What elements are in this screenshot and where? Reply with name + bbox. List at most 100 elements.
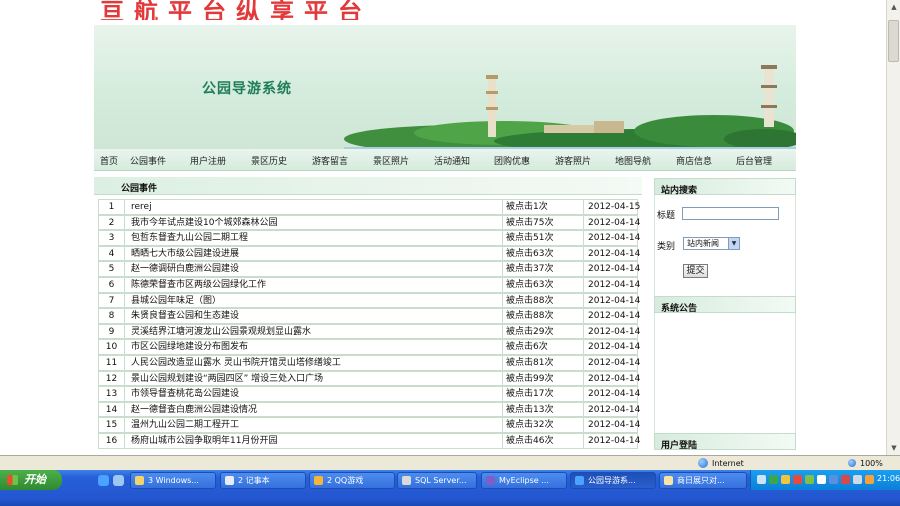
event-title-link[interactable]: 包哲东督查九山公园二期工程: [131, 231, 501, 245]
event-hit-count: 被点击1次: [502, 200, 582, 214]
scroll-down-icon[interactable]: ▼: [889, 443, 899, 453]
ie-icon: [575, 476, 584, 485]
nav-scenic-photos[interactable]: 景区照片: [373, 154, 409, 167]
event-date: 2012-04-14: [583, 418, 640, 432]
event-date: 2012-04-14: [583, 278, 640, 292]
event-title-link[interactable]: 市领导督查桃花岛公园建设: [131, 387, 501, 401]
ie-quicklaunch-icon[interactable]: [98, 475, 109, 486]
desktop-quicklaunch-icon[interactable]: [113, 475, 124, 486]
os-bottom-area: Internet 100% 开始 3 Windows... 2 记事本 2 QQ…: [0, 455, 900, 506]
nav-guest-messages[interactable]: 游客留言: [312, 154, 348, 167]
window-icon: [664, 476, 673, 485]
nav-user-register[interactable]: 用户注册: [190, 154, 226, 167]
taskbar-item-notepad[interactable]: 2 记事本: [220, 472, 306, 489]
security-zone-label: Internet: [712, 459, 744, 468]
nav-map-navigation[interactable]: 地图导航: [615, 154, 651, 167]
event-hit-count: 被点击63次: [502, 246, 582, 261]
event-date: 2012-04-14: [583, 293, 640, 308]
event-title-link[interactable]: 陈德荣督查市区两级公园绿化工作: [131, 278, 501, 292]
event-title-link[interactable]: 温州九山公园二期工程开工: [131, 418, 501, 432]
network-icon[interactable]: [865, 475, 874, 484]
system-notice-box: 系统公告: [654, 296, 796, 441]
zoom-level[interactable]: 100%: [848, 458, 883, 469]
event-hit-count: 被点击32次: [502, 418, 582, 432]
taskbar-item-label: 2 记事本: [238, 476, 270, 485]
tray-icon[interactable]: [769, 475, 778, 484]
event-hit-count: 被点击88次: [502, 293, 582, 308]
nav-scenic-history[interactable]: 景区历史: [251, 154, 287, 167]
taskbar-item-windows[interactable]: 3 Windows...: [130, 472, 216, 489]
database-icon: [402, 476, 411, 485]
event-title-link[interactable]: rerej: [131, 200, 501, 214]
row-number: 14: [99, 402, 125, 417]
scroll-up-icon[interactable]: ▲: [889, 2, 899, 12]
notepad-icon: [225, 476, 234, 485]
event-title-link[interactable]: 县城公园年味足（图）: [131, 294, 501, 308]
browser-status-bar: Internet 100%: [0, 455, 900, 470]
start-button[interactable]: 开始: [0, 470, 62, 490]
site-search-header: 站内搜索: [654, 178, 796, 196]
page-scrollbar[interactable]: ▲ ▼: [886, 0, 900, 455]
site-title: 公园导游系统: [202, 81, 292, 97]
event-date: 2012-04-14: [583, 215, 640, 230]
event-hit-count: 被点击88次: [502, 309, 582, 323]
globe-icon: [698, 458, 708, 468]
taskbar-item-other[interactable]: 商日展只对...: [659, 472, 747, 489]
row-number: 1: [99, 200, 125, 214]
search-title-input[interactable]: [682, 207, 779, 220]
zoom-level-label: 100%: [860, 459, 883, 468]
tray-icon[interactable]: [781, 475, 790, 484]
tray-icon[interactable]: [805, 475, 814, 484]
event-title-link[interactable]: 市区公园绿地建设分布图发布: [131, 340, 501, 354]
event-date: 2012-04-14: [583, 434, 640, 448]
event-date: 2012-04-14: [583, 324, 640, 339]
site-banner: 公园导游系统: [94, 25, 796, 149]
nav-event-notices[interactable]: 活动通知: [434, 154, 470, 167]
search-title-label: 标题: [657, 211, 676, 221]
table-row: 7 县城公园年味足（图） 被点击88次 2012-04-14: [98, 292, 640, 309]
row-number: 10: [99, 340, 125, 354]
nav-group-deals[interactable]: 团购优惠: [494, 154, 530, 167]
event-title-link[interactable]: 灵溪结界江塘河渡龙山公园景观规划显山露水: [131, 325, 501, 339]
nav-park-events[interactable]: 公园事件: [130, 154, 166, 167]
event-date: 2012-04-14: [583, 356, 640, 370]
search-category-select[interactable]: 站内新闻 ▼: [683, 237, 740, 250]
events-panel-header: 公园事件: [94, 177, 642, 195]
events-panel: 公园事件 1 rerej 被点击1次 2012-04-15 2 我市今年试点建设10个城…: [94, 177, 642, 455]
taskbar-item-park-guide[interactable]: 公园导游系...: [570, 472, 656, 489]
event-title-link[interactable]: 朱贤良督查公园和生态建设: [131, 309, 501, 323]
user-login-title: 用户登陆: [661, 441, 698, 451]
tray-icon[interactable]: [817, 475, 826, 484]
event-title-link[interactable]: 景山公园规划建设“两园四区” 增设三处入口广场: [131, 372, 501, 386]
event-hit-count: 被点击99次: [502, 371, 582, 386]
event-title-link[interactable]: 赵一德调研白鹿洲公园建设: [131, 262, 501, 276]
row-number: 13: [99, 387, 125, 401]
taskbar-item-sql-server[interactable]: SQL Server...: [397, 472, 477, 489]
taskbar-item-myeclipse[interactable]: MyEclipse ...: [481, 472, 567, 489]
row-number: 7: [99, 293, 125, 308]
tray-icon[interactable]: [829, 475, 838, 484]
volume-icon[interactable]: [853, 475, 862, 484]
nav-guest-photos[interactable]: 游客照片: [555, 154, 591, 167]
taskbar-item-qq-games[interactable]: 2 QQ游戏: [309, 472, 395, 489]
scrollbar-thumb[interactable]: [888, 20, 899, 62]
event-hit-count: 被点击51次: [502, 231, 582, 245]
event-date: 2012-04-14: [583, 262, 640, 276]
folder-icon: [135, 476, 144, 485]
nav-shop-info[interactable]: 商店信息: [676, 154, 712, 167]
tray-icon[interactable]: [841, 475, 850, 484]
nav-admin[interactable]: 后台管理: [736, 154, 772, 167]
event-title-link[interactable]: 人民公园改造显山露水 灵山书院开馆灵山塔修缮竣工: [131, 356, 501, 370]
event-title-link[interactable]: 晒晒七大市级公园建设进展: [131, 247, 501, 261]
event-title-link[interactable]: 我市今年试点建设10个城郊森林公园: [131, 216, 501, 230]
search-submit-button[interactable]: 提交: [683, 264, 708, 278]
event-title-link[interactable]: 赵一德督查白鹿洲公园建设情况: [131, 403, 501, 417]
event-hit-count: 被点击13次: [502, 402, 582, 417]
event-hit-count: 被点击37次: [502, 262, 582, 276]
tray-icon[interactable]: [757, 475, 766, 484]
nav-home[interactable]: 首页: [100, 154, 118, 167]
event-hit-count: 被点击29次: [502, 324, 582, 339]
tray-icon[interactable]: [793, 475, 802, 484]
event-title-link[interactable]: 杨府山城市公园争取明年11月份开园: [131, 434, 501, 448]
row-number: 3: [99, 231, 125, 245]
